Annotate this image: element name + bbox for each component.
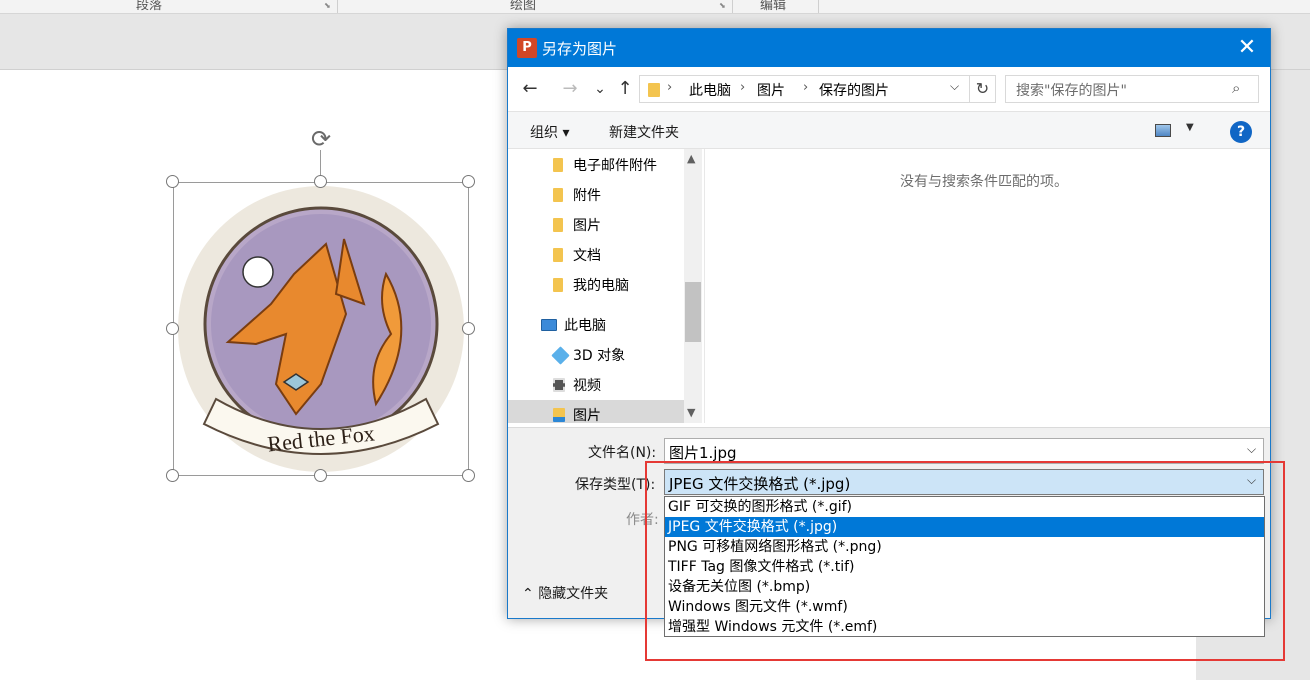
navigation-bar: ← → ⌄ ↑ › 此电脑 › 图片 › 保存的图片 ⌵ ↻ 搜索"保存的图片"… xyxy=(508,67,1270,111)
resize-handle[interactable] xyxy=(462,322,475,335)
tree-item-label: 电子邮件附件 xyxy=(573,158,657,174)
ribbon-separator xyxy=(732,0,733,13)
view-options-chevron-icon[interactable]: ▼ xyxy=(1186,122,1194,133)
scroll-down-icon[interactable]: ▼ xyxy=(687,406,695,419)
navigation-pane[interactable]: 电子邮件附件 附件 图片 文档 我的电脑 此电脑 3D 对象 视频 图片 xyxy=(508,149,684,423)
folder-icon xyxy=(553,158,563,172)
chevron-right-icon[interactable]: › xyxy=(803,80,808,95)
tree-item-label: 视频 xyxy=(573,378,601,394)
file-list-pane[interactable]: 没有与搜索条件匹配的项。 xyxy=(704,149,1270,423)
breadcrumb-pictures[interactable]: 图片 xyxy=(757,80,785,100)
hide-folders-label: 隐藏文件夹 xyxy=(538,586,609,602)
tree-item-label: 3D 对象 xyxy=(573,348,626,364)
ribbon-group-drawing[interactable]: 绘图 xyxy=(510,0,536,13)
filename-label: 文件名(N): xyxy=(588,445,657,461)
tree-item-label: 我的电脑 xyxy=(573,278,629,294)
chevron-up-icon: ⌃ xyxy=(522,586,534,602)
close-icon[interactable]: ✕ xyxy=(1230,33,1264,63)
folder-icon xyxy=(648,83,660,97)
tree-item-videos[interactable]: 视频 xyxy=(508,370,684,400)
resize-handle[interactable] xyxy=(314,175,327,188)
tree-item-label: 图片 xyxy=(573,218,601,234)
tree-item-label: 文档 xyxy=(573,248,601,264)
address-bar[interactable]: › 此电脑 › 图片 › 保存的图片 ⌵ xyxy=(639,75,970,103)
new-folder-button[interactable]: 新建文件夹 xyxy=(609,122,679,142)
resize-handle[interactable] xyxy=(166,175,179,188)
chevron-down-icon[interactable]: ⌵ xyxy=(1247,442,1256,457)
resize-handle[interactable] xyxy=(314,469,327,482)
search-icon[interactable]: ⌕ xyxy=(1232,79,1240,97)
breadcrumb-this-pc[interactable]: 此电脑 xyxy=(689,80,731,100)
resize-handle[interactable] xyxy=(462,469,475,482)
dialog-titlebar[interactable]: P 另存为图片 ✕ xyxy=(508,29,1270,67)
highlight-annotation-box xyxy=(645,461,1285,661)
search-input[interactable]: 搜索"保存的图片" ⌕ xyxy=(1005,75,1259,103)
refresh-icon[interactable]: ↻ xyxy=(970,75,996,103)
tree-item-this-pc[interactable]: 此电脑 xyxy=(508,310,684,340)
3d-objects-icon xyxy=(551,346,570,365)
dialog-launcher-icon[interactable]: ⬊ xyxy=(324,1,331,10)
empty-message: 没有与搜索条件匹配的项。 xyxy=(900,174,1068,190)
tree-item-documents[interactable]: 文档 xyxy=(508,240,684,270)
pictures-folder-icon xyxy=(553,408,565,422)
tree-item-email-attachments[interactable]: 电子邮件附件 xyxy=(508,150,684,180)
dialog-launcher-icon[interactable]: ⬊ xyxy=(719,1,726,10)
tree-item-attachments[interactable]: 附件 xyxy=(508,180,684,210)
help-icon[interactable]: ? xyxy=(1230,121,1252,143)
command-bar: 组织 ▾ 新建文件夹 ▼ ? xyxy=(508,111,1270,149)
forward-arrow-icon[interactable]: → xyxy=(558,77,582,101)
filename-value: 图片1.jpg xyxy=(669,444,737,462)
tree-item-pictures-folder[interactable]: 图片 xyxy=(508,210,684,240)
navigation-scrollbar[interactable]: ▲ ▼ xyxy=(684,149,702,423)
chevron-down-icon[interactable]: ⌵ xyxy=(950,79,959,94)
tree-item-pictures[interactable]: 图片 xyxy=(508,400,684,423)
rotate-handle-icon[interactable]: ⟳ xyxy=(306,124,336,154)
ribbon-separator xyxy=(337,0,338,13)
up-arrow-icon[interactable]: ↑ xyxy=(613,77,637,101)
hide-folders-button[interactable]: ⌃ 隐藏文件夹 xyxy=(522,583,608,603)
scrollbar-thumb[interactable] xyxy=(685,282,701,342)
chevron-right-icon[interactable]: › xyxy=(740,80,745,95)
resize-handle[interactable] xyxy=(462,175,475,188)
ribbon-separator xyxy=(818,0,819,13)
tree-item-label: 附件 xyxy=(573,188,601,204)
computer-icon xyxy=(541,319,557,331)
folder-icon xyxy=(553,218,563,232)
organize-button[interactable]: 组织 ▾ xyxy=(530,122,569,142)
ribbon-group-editing[interactable]: 编辑 xyxy=(760,0,786,13)
tree-item-label: 图片 xyxy=(573,408,601,423)
chevron-right-icon[interactable]: › xyxy=(667,80,672,95)
back-arrow-icon[interactable]: ← xyxy=(518,77,542,101)
tree-item-my-computer[interactable]: 我的电脑 xyxy=(508,270,684,300)
filetype-label: 保存类型(T): xyxy=(575,477,656,493)
film-icon xyxy=(553,378,565,392)
recent-locations-chevron-icon[interactable]: ⌄ xyxy=(588,77,612,101)
breadcrumb-saved-pictures[interactable]: 保存的图片 xyxy=(819,80,889,100)
folder-icon xyxy=(553,188,563,202)
folder-icon xyxy=(553,248,563,262)
scroll-up-icon[interactable]: ▲ xyxy=(687,152,695,165)
tree-item-3d-objects[interactable]: 3D 对象 xyxy=(508,340,684,370)
folder-icon xyxy=(553,278,563,292)
search-placeholder: 搜索"保存的图片" xyxy=(1016,83,1127,99)
dialog-title: 另存为图片 xyxy=(542,40,618,58)
resize-handle[interactable] xyxy=(166,322,179,335)
change-view-icon[interactable] xyxy=(1155,124,1171,137)
powerpoint-app-icon: P xyxy=(517,38,537,58)
tree-item-label: 此电脑 xyxy=(564,318,606,334)
ribbon-group-paragraph[interactable]: 段落 xyxy=(136,0,162,13)
resize-handle[interactable] xyxy=(166,469,179,482)
fox-image[interactable]: Red the Fox xyxy=(176,184,466,474)
ribbon-strip: 段落 ⬊ 绘图 ⬊ 编辑 xyxy=(0,0,1310,14)
